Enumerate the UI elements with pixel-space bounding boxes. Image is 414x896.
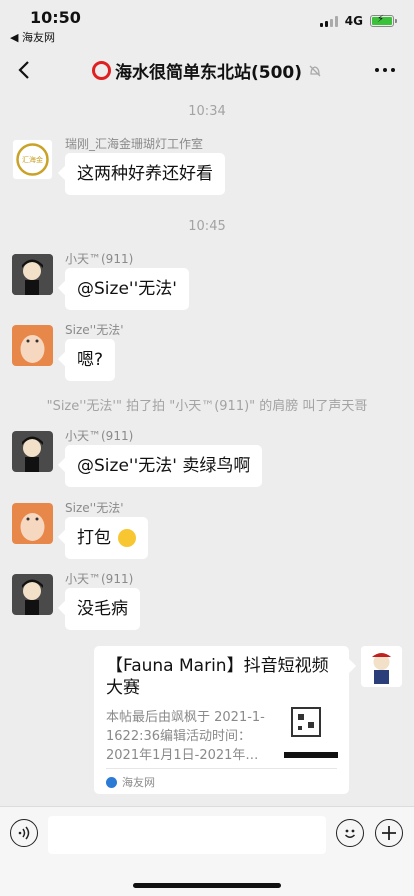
qr-code-icon — [284, 707, 338, 758]
timestamp: 10:45 — [188, 219, 226, 234]
home-indicator[interactable] — [133, 883, 281, 888]
smiley-icon — [344, 829, 356, 838]
message-bubble[interactable]: @Size''无法' — [65, 268, 189, 310]
cartoon-figure-avatar-icon — [12, 325, 53, 366]
avatar[interactable]: 汇海金 — [12, 139, 53, 180]
message-input[interactable] — [48, 816, 326, 854]
cartoon-boy-avatar-icon — [12, 254, 53, 295]
more-options-button[interactable] — [372, 58, 398, 82]
sender-name: 小天™(911) — [65, 572, 134, 586]
message-bubble[interactable]: @Size''无法' 卖绿鸟啊 — [65, 445, 263, 487]
sender-name: 小天™(911) — [65, 252, 134, 266]
message-bubble[interactable]: 嗯? — [65, 339, 116, 381]
network-type: 4G — [344, 14, 363, 28]
divider — [106, 768, 337, 769]
cartoon-officer-avatar-icon — [361, 646, 402, 687]
more-functions-button[interactable] — [375, 819, 403, 847]
link-card[interactable]: 【Fauna Marin】抖音短视频大赛 本帖最后由飒枫于 2021-1-162… — [94, 646, 349, 794]
shop-logo-icon: 汇海金 — [16, 143, 49, 176]
link-card-thumbnail — [284, 704, 338, 760]
avatar[interactable] — [12, 325, 53, 366]
status-indicators: 4G ⚡ — [319, 14, 397, 28]
input-bar — [0, 806, 414, 896]
battery-icon: ⚡ — [370, 14, 397, 27]
avatar[interactable] — [12, 574, 53, 615]
laughing-emoji-icon — [118, 529, 137, 547]
mute-bell-icon — [309, 65, 321, 76]
chat-area[interactable]: 10:34 汇海金 瑞刚_汇海金珊瑚灯工作室 这两种好养还好看 10:45 小天… — [0, 92, 414, 806]
message-bubble[interactable]: 打包 — [65, 517, 149, 559]
cartoon-figure-avatar-icon — [12, 503, 53, 544]
voice-input-button[interactable] — [10, 819, 38, 847]
system-notice: "Size''无法'" 拍了拍 "小天™(911)" 的肩膀 叫了声天哥 — [46, 399, 368, 414]
source-logo-icon — [106, 776, 117, 788]
logo-text: 汇海金 — [22, 155, 43, 164]
back-to-app-link[interactable]: ◀ 海友网 — [10, 29, 55, 45]
link-card-source: 海友网 — [106, 774, 155, 790]
sender-name: Size''无法' — [65, 501, 124, 515]
my-avatar[interactable] — [361, 646, 402, 687]
link-card-source-name: 海友网 — [122, 776, 155, 789]
avatar[interactable] — [12, 503, 53, 544]
chat-title: 海水很简单东北站(500) — [0, 58, 414, 83]
link-card-description: 本帖最后由飒枫于 2021-1-1622:36编辑活动时间：2021年1月1日-… — [106, 710, 265, 763]
link-card-title: 【Fauna Marin】抖音短视频大赛 — [106, 656, 329, 698]
timestamp: 10:34 — [188, 104, 226, 119]
signal-icon — [319, 15, 338, 27]
sender-name: Size''无法' — [65, 323, 124, 337]
red-circle-icon — [91, 61, 111, 80]
sender-name: 瑞刚_汇海金珊瑚灯工作室 — [65, 137, 204, 151]
plus-icon — [382, 826, 396, 840]
status-time: 10:50 — [30, 8, 81, 27]
voice-icon — [18, 826, 30, 840]
emoji-button[interactable] — [336, 819, 364, 847]
cartoon-boy-avatar-icon — [12, 574, 53, 615]
message-bubble[interactable]: 这两种好养还好看 — [65, 153, 225, 195]
message-text: 打包 — [77, 528, 111, 548]
avatar[interactable] — [12, 254, 53, 295]
message-bubble[interactable]: 没毛病 — [65, 588, 140, 630]
nav-bar: 海水很简单东北站(500) — [0, 48, 414, 92]
cartoon-boy-avatar-icon — [12, 431, 53, 472]
sender-name: 小天™(911) — [65, 429, 134, 443]
avatar[interactable] — [12, 431, 53, 472]
chat-title-text: 海水很简单东北站(500) — [114, 63, 303, 83]
status-bar: 10:50 ◀ 海友网 4G ⚡ — [0, 0, 414, 44]
